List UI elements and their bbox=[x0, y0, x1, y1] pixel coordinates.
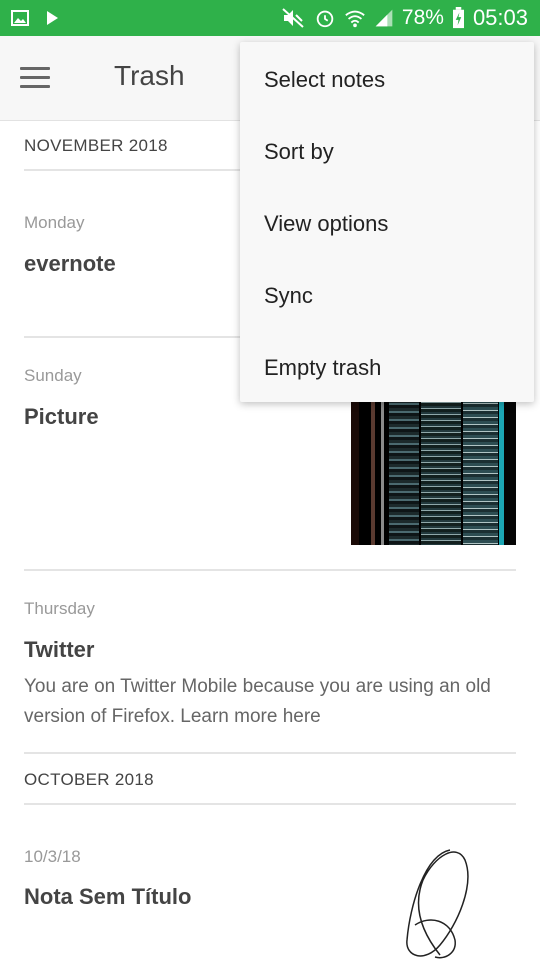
divider bbox=[24, 569, 516, 571]
alarm-icon bbox=[316, 10, 334, 28]
note-thumbnail bbox=[351, 400, 516, 545]
wifi-icon bbox=[345, 10, 365, 28]
note-thumbnail bbox=[406, 849, 469, 959]
page-title: Trash bbox=[114, 60, 185, 91]
note-title: Nota Sem Título bbox=[24, 884, 192, 909]
battery-charging-icon bbox=[452, 7, 464, 29]
menu-item-sync[interactable]: Sync bbox=[264, 283, 313, 309]
note-date: 10/3/18 bbox=[24, 847, 81, 866]
image-icon bbox=[11, 10, 29, 26]
menu-item-select-notes[interactable]: Select notes bbox=[264, 67, 385, 93]
note-snippet: You are on Twitter Mobile because you ar… bbox=[24, 676, 491, 727]
mute-icon bbox=[282, 8, 304, 28]
menu-item-view-options[interactable]: View options bbox=[264, 211, 388, 237]
signal-icon bbox=[375, 9, 393, 27]
note-date: Monday bbox=[24, 213, 85, 232]
note-title: Twitter bbox=[24, 637, 95, 662]
menu-item-sort-by[interactable]: Sort by bbox=[264, 139, 334, 165]
note-title: Picture bbox=[24, 404, 99, 429]
note-date: Thursday bbox=[24, 599, 95, 618]
menu-item-empty-trash[interactable]: Empty trash bbox=[264, 355, 381, 381]
section-header: OCTOBER 2018 bbox=[24, 770, 154, 789]
clock: 05:03 bbox=[472, 5, 528, 30]
section-header: NOVEMBER 2018 bbox=[24, 136, 168, 155]
divider bbox=[24, 803, 516, 805]
hamburger-icon[interactable] bbox=[20, 67, 50, 89]
status-bar: 78% 05:03 bbox=[0, 0, 540, 36]
battery-percent: 78% bbox=[401, 6, 444, 29]
overflow-menu: Select notes Sort by View options Sync E… bbox=[240, 42, 534, 402]
divider bbox=[24, 752, 516, 754]
play-icon bbox=[47, 11, 58, 25]
note-date: Sunday bbox=[24, 366, 82, 385]
note-title: evernote bbox=[24, 251, 116, 276]
